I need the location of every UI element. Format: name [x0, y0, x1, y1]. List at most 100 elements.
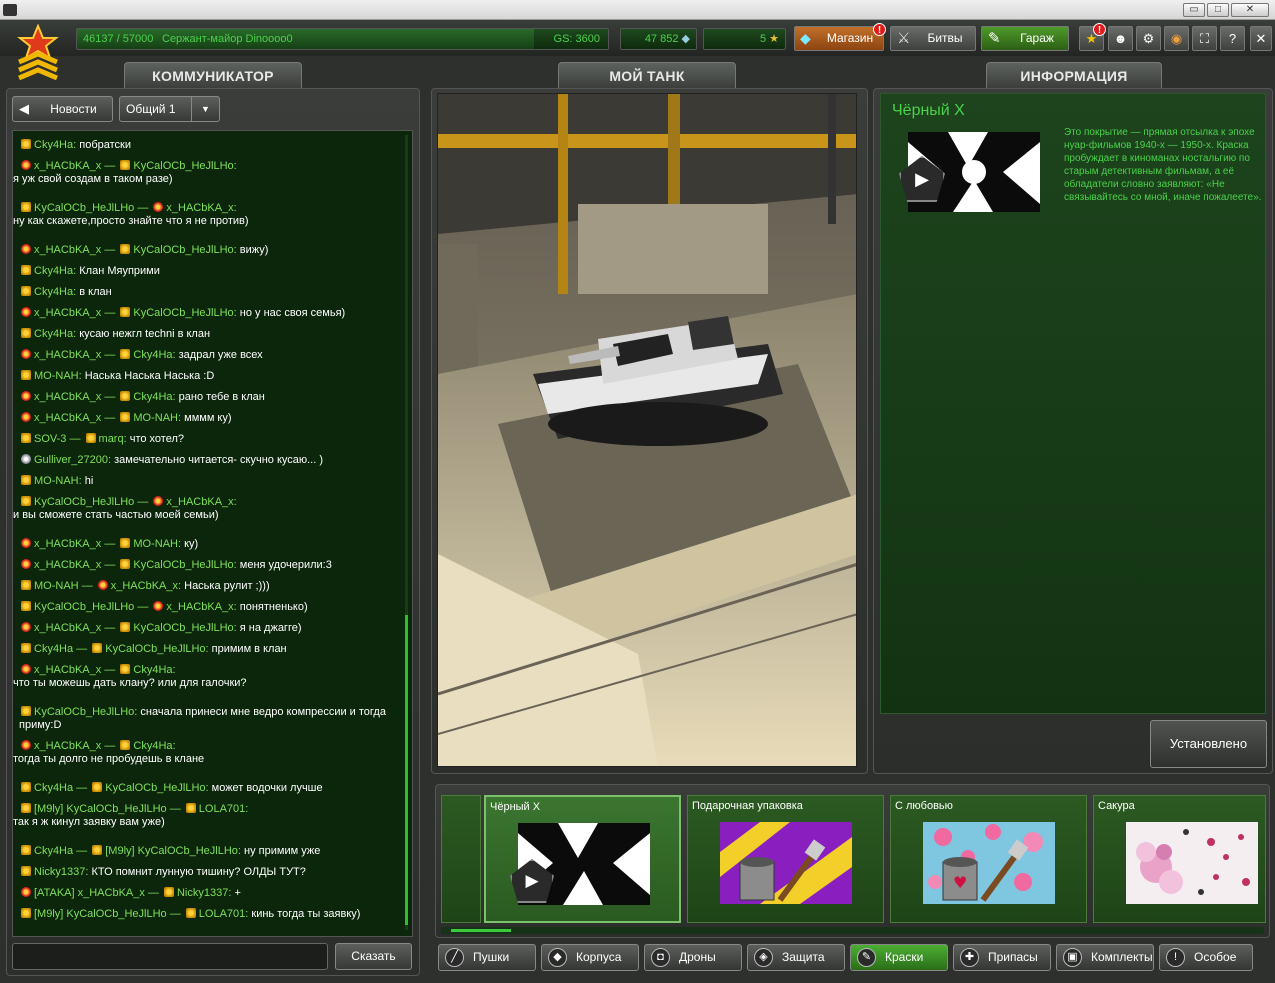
chat-message-input[interactable] — [12, 943, 328, 970]
chat-recipient[interactable]: Cky4Ha — [133, 664, 172, 676]
item-card-gift-wrap[interactable]: Подарочная упаковка — [687, 795, 884, 923]
rank-icon — [21, 454, 31, 464]
chat-recipient[interactable]: LOLA701 — [199, 803, 245, 815]
chat-recipient[interactable]: LOLA701 — [199, 908, 245, 920]
window-titlebar: ▭ □ ✕ — [0, 0, 1275, 20]
maximize-button[interactable]: □ — [1207, 3, 1229, 17]
category-hull-button[interactable]: ◆ Корпуса — [541, 944, 639, 971]
category-kit-button[interactable]: ▣ Комплекты — [1056, 944, 1154, 971]
news-button[interactable]: ◀ Новости — [12, 96, 113, 122]
chat-sender[interactable]: Cky4Ha — [34, 286, 73, 298]
category-cannon-button[interactable]: ╱ Пушки — [438, 944, 536, 971]
close-window-button[interactable]: ✕ — [1231, 3, 1269, 17]
chat-recipient[interactable]: KyCalOCb_HeJlLHo — [133, 307, 233, 319]
chat-sender[interactable]: KyCalOCb_HeJlLHo — [34, 496, 134, 508]
garage-3d-view[interactable] — [437, 93, 857, 767]
category-drone-button[interactable]: ◘ Дроны — [644, 944, 742, 971]
settings-gear-icon[interactable]: ⚙ — [1136, 26, 1161, 51]
chat-sender[interactable]: x_HACbKA_x — [34, 622, 101, 634]
chat-sender[interactable]: Cky4Ha — [34, 328, 73, 340]
channel-select[interactable]: Общий 1 ▼ — [119, 96, 220, 122]
chat-sender[interactable]: x_HACbKA_x — [34, 244, 101, 256]
chat-scrollbar-thumb[interactable] — [405, 615, 408, 925]
chat-separator: — — [101, 244, 119, 256]
installed-button[interactable]: Установлено — [1150, 720, 1267, 768]
chat-recipient[interactable]: x_HACbKA_x — [111, 580, 178, 592]
chat-recipient[interactable]: Nicky1337 — [177, 887, 228, 899]
fullscreen-icon[interactable]: ⛶ — [1192, 26, 1217, 51]
chat-sender[interactable]: [M9ly] KyCalOCb_HeJlLHo — [34, 908, 167, 920]
minimize-button[interactable]: ▭ — [1183, 3, 1205, 17]
chat-separator: — — [66, 433, 84, 445]
chat-recipient[interactable]: Cky4Ha — [133, 391, 172, 403]
items-scrollbar-thumb[interactable] — [451, 929, 511, 932]
friends-icon[interactable]: ☻ — [1108, 26, 1133, 51]
chat-recipient[interactable]: KyCalOCb_HeJlLHo — [133, 559, 233, 571]
chat-sender[interactable]: MO-NAH — [34, 580, 79, 592]
chat-sender[interactable]: SOV-3 — [34, 433, 66, 445]
garage-label: Гараж — [1020, 31, 1054, 45]
battles-button[interactable]: ⚔ Битвы — [890, 26, 976, 51]
item-card-black-x[interactable]: Чёрный X ▶ — [484, 795, 681, 923]
help-button[interactable]: ? — [1220, 26, 1245, 51]
chat-sender[interactable]: Cky4Ha — [34, 782, 73, 794]
items-scrollbar[interactable] — [441, 927, 1264, 934]
chat-recipient[interactable]: [M9ly] KyCalOCb_HeJlLHo — [105, 845, 238, 857]
chat-sender[interactable]: x_HACbKA_x — [34, 307, 101, 319]
chat-sender[interactable]: Gulliver_27200 — [34, 454, 108, 466]
category-paint-brush-button[interactable]: ✎ Краски — [850, 944, 948, 971]
chat-text: так я ж кинул заявку вам уже) — [13, 816, 165, 828]
chat-sender[interactable]: Cky4Ha — [34, 643, 73, 655]
chat-sender[interactable]: x_HACbKA_x — [34, 160, 101, 172]
chat-sender[interactable]: MO-NAH — [34, 475, 79, 487]
chat-sender[interactable]: MO-NAH — [34, 370, 79, 382]
previous-item-card[interactable] — [441, 795, 481, 923]
chat-recipient[interactable]: x_HACbKA_x — [166, 601, 233, 613]
category-special-button[interactable]: ! Особое — [1159, 944, 1253, 971]
chat-sender[interactable]: Nicky1337 — [34, 866, 85, 878]
sound-icon[interactable]: ◉ — [1164, 26, 1189, 51]
category-shield-button[interactable]: ◈ Защита — [747, 944, 845, 971]
rank-name: Сержант-майор Dinoooo0 — [162, 33, 293, 45]
item-card-sakura[interactable]: Сакура — [1093, 795, 1266, 923]
chat-recipient[interactable]: KyCalOCb_HeJlLHo — [105, 643, 205, 655]
chat-sender[interactable]: x_HACbKA_x — [34, 412, 101, 424]
say-button[interactable]: Сказать — [335, 943, 412, 970]
chat-recipient[interactable]: Cky4Ha — [133, 349, 172, 361]
chat-sender[interactable]: [M9ly] KyCalOCb_HeJlLHo — [34, 803, 167, 815]
chat-recipient[interactable]: KyCalOCb_HeJlLHo — [133, 244, 233, 256]
garage-button[interactable]: ✎ Гараж — [981, 26, 1069, 51]
chat-sender[interactable]: Cky4Ha — [34, 265, 73, 277]
chat-sender[interactable]: Cky4Ha — [34, 845, 73, 857]
rank-icon — [21, 643, 31, 653]
chat-sender[interactable]: KyCalOCb_HeJlLHo — [34, 601, 134, 613]
chat-recipient[interactable]: x_HACbKA_x — [166, 496, 233, 508]
chat-recipient[interactable]: MO-NAH — [133, 538, 178, 550]
chat-colon: : — [172, 664, 176, 676]
chat-sender[interactable]: x_HACbKA_x — [34, 559, 101, 571]
chat-sender[interactable]: KyCalOCb_HeJlLHo — [34, 202, 134, 214]
chat-recipient[interactable]: Cky4Ha — [133, 740, 172, 752]
chat-recipient[interactable]: x_HACbKA_x — [166, 202, 233, 214]
chat-recipient[interactable]: KyCalOCb_HeJlLHo — [105, 782, 205, 794]
chat-sender[interactable]: KyCalOCb_HeJlLHo — [34, 706, 134, 718]
item-card-with-love[interactable]: С любовью ♥ — [890, 795, 1087, 923]
chat-sender[interactable]: Cky4Ha — [34, 139, 73, 151]
chat-text: меня удочерили:3 — [239, 559, 332, 571]
chat-sender[interactable]: x_HACbKA_x — [34, 391, 101, 403]
chat-sender[interactable]: [ATAKA] x_HACbKA_x — [34, 887, 145, 899]
chat-sender[interactable]: x_HACbKA_x — [34, 664, 101, 676]
chat-recipient[interactable]: marq — [99, 433, 124, 445]
sakura-thumbnail — [1126, 822, 1258, 904]
shop-button[interactable]: ◆ Магазин — [794, 26, 884, 51]
chat-sender[interactable]: x_HACbKA_x — [34, 349, 101, 361]
category-supplies-button[interactable]: ✚ Припасы — [953, 944, 1051, 971]
chat-sender[interactable]: x_HACbKA_x — [34, 740, 101, 752]
chat-message: [M9ly] KyCalOCb_HeJlLHo — LOLA701: так я… — [13, 803, 399, 829]
chat-message: Nicky1337: КТО помнит лунную тишину? ОЛД… — [19, 866, 399, 879]
chat-recipient[interactable]: MO-NAH — [133, 412, 178, 424]
chat-recipient[interactable]: KyCalOCb_HeJlLHo — [133, 160, 233, 172]
chat-recipient[interactable]: KyCalOCb_HeJlLHo — [133, 622, 233, 634]
exit-icon[interactable]: ✕ — [1250, 26, 1272, 51]
chat-sender[interactable]: x_HACbKA_x — [34, 538, 101, 550]
